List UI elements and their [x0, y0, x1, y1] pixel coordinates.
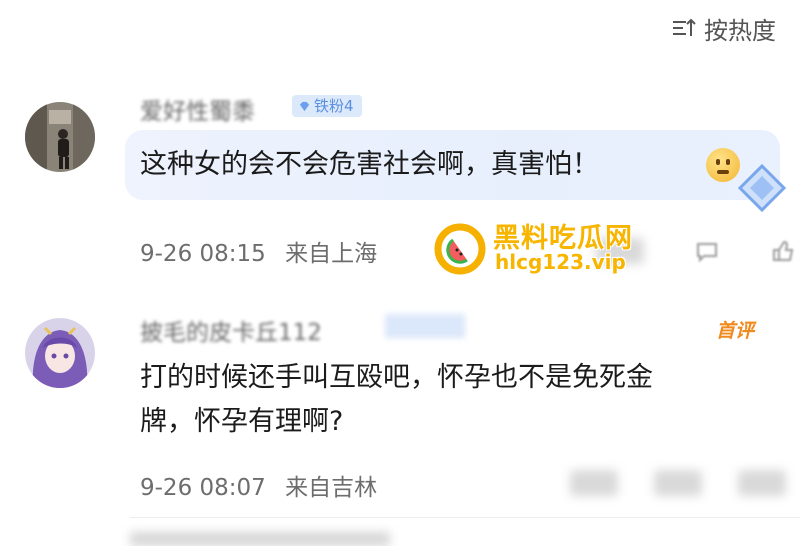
- fan-badge: [385, 314, 465, 338]
- thinking-face-icon: [706, 148, 740, 182]
- comment-text: 打的时候还手叫互殴吧，怀孕也不是免死金 牌，怀孕有理啊?: [140, 362, 653, 437]
- next-comment-preview: [130, 532, 390, 546]
- username[interactable]: 爱好性蜀黍: [140, 92, 255, 126]
- diamond-sticker-icon: [737, 163, 787, 213]
- comment-actions: [570, 470, 786, 496]
- badge-label: 铁粉4: [314, 97, 354, 115]
- diamond-icon: [299, 101, 310, 111]
- sort-label: 按热度: [704, 16, 776, 45]
- comment-time: 9-26 08:15: [140, 241, 266, 267]
- share-button[interactable]: [570, 470, 618, 496]
- comment-meta: 9-26 08:15 来自上海: [140, 234, 377, 268]
- avatar[interactable]: [25, 102, 95, 172]
- reply-icon[interactable]: [694, 238, 720, 264]
- comment-location: 来自上海: [285, 241, 378, 267]
- watermark: 黑料吃瓜网 hlcg123.vip: [433, 216, 643, 280]
- comment-time: 9-26 08:07: [140, 475, 266, 501]
- sort-by-hot-button[interactable]: 按热度: [670, 10, 776, 46]
- reply-button[interactable]: [654, 470, 702, 496]
- first-comment-tag: 首评: [716, 320, 755, 342]
- avatar[interactable]: [25, 318, 95, 388]
- divider: [130, 517, 800, 518]
- comment-meta: 9-26 08:07 来自吉林: [140, 468, 377, 502]
- watermelon-logo-icon: [434, 223, 486, 275]
- like-icon[interactable]: [770, 238, 796, 264]
- watermark-url: hlcg123.vip: [495, 250, 626, 274]
- like-button[interactable]: [738, 470, 786, 496]
- comment-text: 这种女的会不会危害社会啊，真害怕！: [140, 149, 599, 180]
- fan-badge[interactable]: 铁粉4: [292, 95, 362, 117]
- username[interactable]: 披毛的皮卡丘112: [140, 313, 322, 347]
- sort-icon: [673, 18, 696, 36]
- comment-location: 来自吉林: [285, 475, 378, 501]
